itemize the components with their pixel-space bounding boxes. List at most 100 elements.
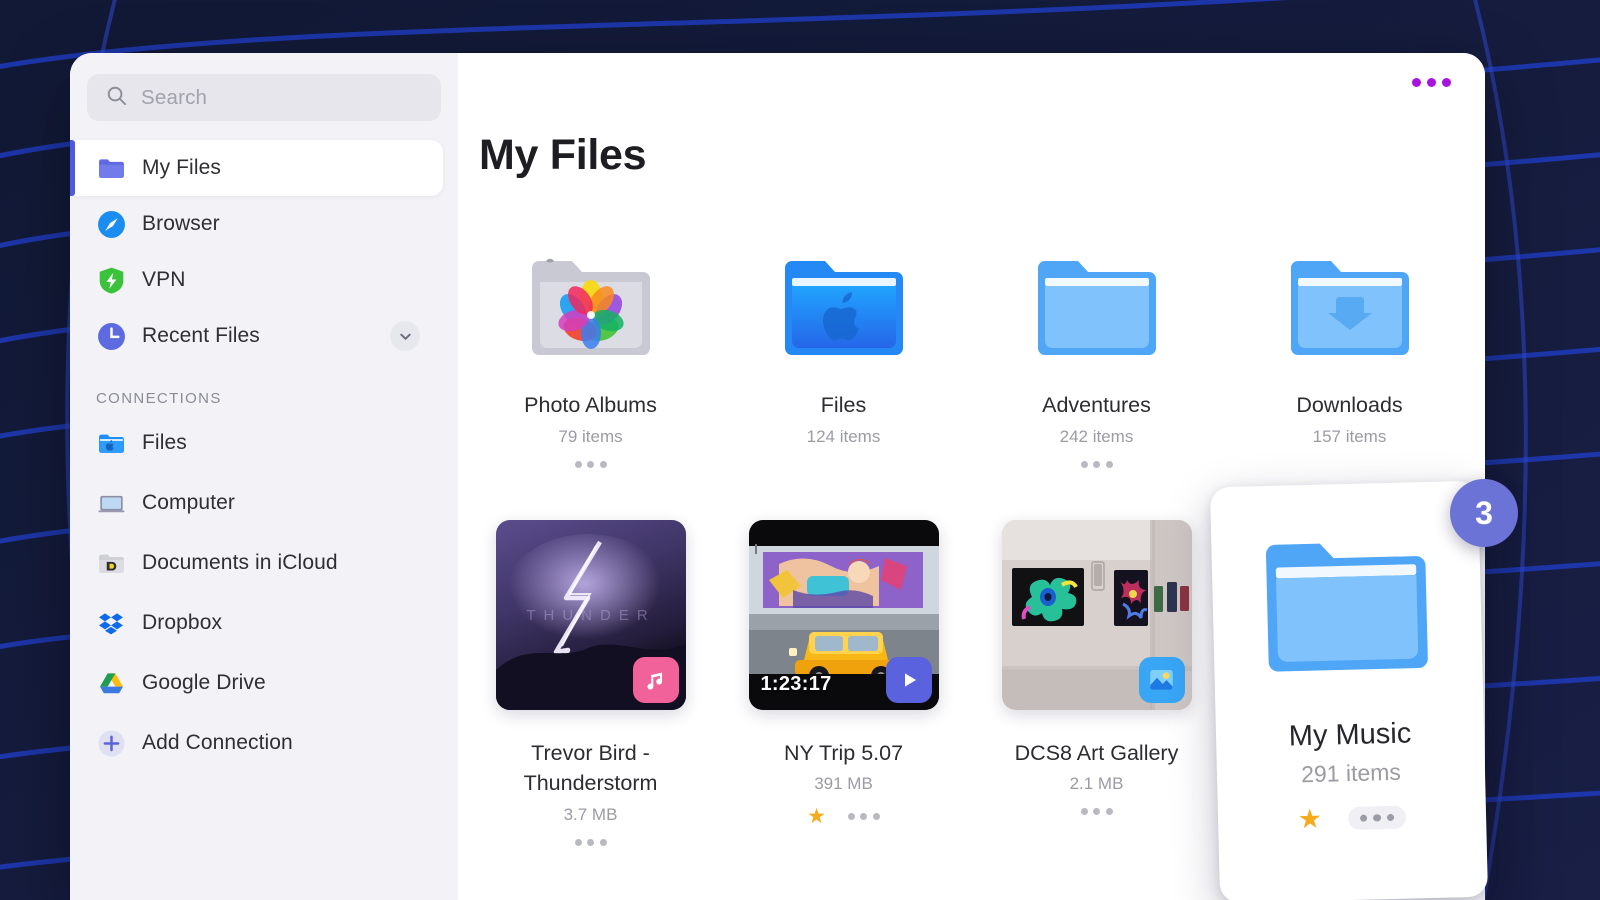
item-overflow-button[interactable] bbox=[574, 460, 607, 468]
dot bbox=[1105, 808, 1113, 816]
grid-item-trevor-bird-thunderstorm[interactable]: THUNDER Trevor Bird - Thunderstorm 3.7 M… bbox=[464, 504, 717, 846]
dot bbox=[599, 460, 607, 468]
dropbox-icon bbox=[96, 608, 126, 638]
sidebar-item-label: VPN bbox=[142, 268, 186, 291]
sidebar-item-documents-in-icloud[interactable]: Documents in iCloud bbox=[70, 533, 458, 593]
sidebar-item-label: Files bbox=[142, 431, 187, 454]
grid-item-photo-albums[interactable]: Photo Albums 79 items bbox=[464, 220, 717, 468]
item-name: My Music bbox=[1288, 717, 1412, 753]
sidebar-item-files[interactable]: Files bbox=[70, 413, 458, 473]
folder-grid: Photo Albums 79 items Files 124 items Ad… bbox=[464, 220, 1485, 468]
item-overflow-button[interactable] bbox=[1347, 805, 1407, 831]
sidebar-item-label: Dropbox bbox=[142, 611, 223, 634]
photos-folder-icon bbox=[528, 236, 654, 362]
folder-icon bbox=[96, 153, 126, 183]
downloads-folder-icon bbox=[1287, 236, 1413, 362]
dot bbox=[860, 813, 868, 821]
item-overflow-button[interactable] bbox=[574, 838, 607, 846]
dot bbox=[574, 460, 582, 468]
item-name: Adventures bbox=[1042, 393, 1151, 417]
dot bbox=[847, 813, 855, 821]
grid-item-adventures[interactable]: Adventures 242 items bbox=[970, 220, 1223, 468]
plus-circle-icon bbox=[96, 728, 126, 758]
grid-item-downloads[interactable]: Downloads 157 items bbox=[1223, 220, 1476, 468]
play-icon[interactable] bbox=[885, 656, 932, 703]
apple-folder-icon bbox=[96, 428, 126, 458]
item-overflow-button[interactable] bbox=[847, 813, 880, 821]
item-name: DCS8 Art Gallery bbox=[1014, 740, 1179, 765]
dot bbox=[1359, 814, 1368, 823]
item-actions: ★ bbox=[1297, 804, 1407, 835]
grid-item-files[interactable]: Files 124 items bbox=[717, 220, 970, 468]
sidebar-item-dropbox[interactable]: Dropbox bbox=[70, 593, 458, 653]
file-thumbnail[interactable]: 1:23:17 bbox=[748, 519, 939, 710]
dot bbox=[1080, 808, 1088, 816]
music-note-icon bbox=[632, 656, 679, 703]
item-name: NY Trip 5.07 bbox=[783, 740, 904, 765]
sidebar-item-add-connection[interactable]: Add Connection bbox=[70, 713, 458, 773]
sidebar-item-google-drive[interactable]: Google Drive bbox=[70, 653, 458, 713]
item-name: Downloads bbox=[1296, 393, 1403, 417]
item-name: Trevor Bird - Thunderstorm bbox=[523, 740, 658, 796]
search-icon bbox=[105, 84, 128, 112]
google-drive-icon bbox=[96, 668, 126, 698]
item-overflow-button[interactable] bbox=[1080, 460, 1113, 468]
item-meta: 391 MB bbox=[814, 774, 873, 794]
shield-bolt-icon bbox=[96, 265, 126, 295]
drag-count-badge: 3 bbox=[1450, 479, 1518, 547]
dot bbox=[1093, 808, 1100, 816]
blue-folder-icon bbox=[1260, 528, 1434, 687]
sidebar-item-browser[interactable]: Browser bbox=[70, 196, 458, 252]
sidebar-item-label: Google Drive bbox=[142, 671, 266, 694]
dot bbox=[1093, 460, 1100, 468]
sidebar-item-recent-files[interactable]: Recent Files bbox=[70, 308, 458, 364]
item-name: Photo Albums bbox=[524, 393, 657, 417]
dot bbox=[574, 838, 582, 846]
search-placeholder: Search bbox=[141, 85, 208, 109]
safari-compass-icon bbox=[96, 209, 126, 239]
overflow-menu-button[interactable] bbox=[1412, 78, 1451, 87]
svg-text:THUNDER: THUNDER bbox=[526, 607, 655, 624]
item-overflow-button[interactable] bbox=[1080, 808, 1113, 816]
dot bbox=[872, 813, 880, 821]
grid-item-dcs8-art-gallery[interactable]: DCS8 Art Gallery 2.1 MB bbox=[970, 504, 1223, 846]
search-input[interactable]: Search bbox=[87, 74, 441, 121]
item-meta: 2.1 MB bbox=[1069, 774, 1124, 794]
apple-folder-icon bbox=[781, 236, 907, 362]
star-icon[interactable]: ★ bbox=[807, 806, 826, 827]
image-icon bbox=[1138, 656, 1185, 703]
file-thumbnail[interactable]: THUNDER bbox=[495, 519, 686, 710]
item-meta: 124 items bbox=[806, 426, 881, 446]
blue-folder-icon bbox=[1034, 236, 1160, 362]
item-actions: ★ bbox=[807, 806, 880, 827]
sidebar-item-my-files[interactable]: My Files bbox=[70, 140, 443, 196]
dot bbox=[1105, 460, 1113, 468]
laptop-icon bbox=[96, 488, 126, 518]
sidebar-item-computer[interactable]: Computer bbox=[70, 473, 458, 533]
sidebar: Search My Files Browser VPN Recent Files… bbox=[70, 53, 458, 900]
dot bbox=[1442, 78, 1451, 87]
item-meta: 291 items bbox=[1300, 758, 1402, 788]
sidebar-item-label: Documents in iCloud bbox=[142, 551, 338, 574]
item-name: Files bbox=[820, 393, 867, 417]
dot bbox=[587, 838, 594, 846]
page-title: My Files bbox=[479, 131, 647, 179]
item-meta: 242 items bbox=[1059, 426, 1134, 446]
dot bbox=[1386, 813, 1395, 822]
dot bbox=[1427, 78, 1436, 87]
file-thumbnail[interactable] bbox=[1001, 519, 1192, 710]
dot bbox=[1373, 814, 1382, 822]
item-meta: 3.7 MB bbox=[563, 804, 618, 824]
dot bbox=[599, 838, 607, 846]
chevron-down-icon[interactable] bbox=[390, 321, 420, 351]
sidebar-item-label: Recent Files bbox=[142, 324, 260, 347]
primary-nav: My Files Browser VPN Recent Files bbox=[70, 140, 458, 364]
grid-item-ny-trip[interactable]: 1:23:17 NY Trip 5.07 391 MB ★ bbox=[717, 504, 970, 846]
sidebar-item-vpn[interactable]: VPN bbox=[70, 252, 458, 308]
sidebar-item-label: Add Connection bbox=[142, 731, 293, 754]
item-meta: 157 items bbox=[1312, 426, 1387, 446]
star-icon[interactable]: ★ bbox=[1297, 804, 1322, 835]
sidebar-item-label: Browser bbox=[142, 212, 220, 235]
drag-preview-card[interactable]: My Music 291 items ★ bbox=[1209, 480, 1489, 900]
video-duration: 1:23:17 bbox=[760, 672, 832, 695]
